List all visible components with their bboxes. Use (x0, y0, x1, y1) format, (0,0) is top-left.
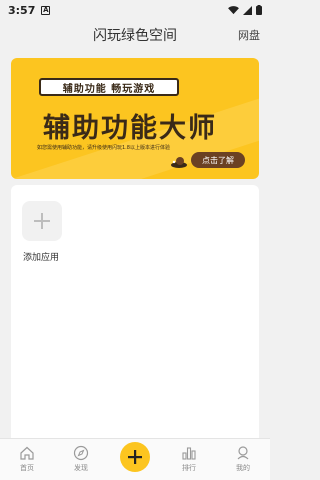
plus-icon (128, 450, 142, 464)
tab-mine[interactable]: 我的 (223, 445, 263, 473)
user-icon (237, 446, 249, 460)
tab-home-label: 首页 (20, 464, 34, 472)
bar-chart-icon (182, 447, 196, 460)
tab-ranking-label: 排行 (182, 464, 196, 472)
apps-card: 添加应用 (11, 185, 259, 445)
tab-discover[interactable]: 发现 (61, 445, 101, 473)
promo-banner[interactable]: 辅助功能 畅玩游戏 辅助功能大师 如您需使用辅助功能，请升级使用闪玩1.8以上版… (11, 58, 259, 179)
status-time: 3:57 (8, 3, 36, 17)
netdisk-link[interactable]: 网盘 (238, 27, 260, 43)
add-app-button[interactable] (22, 201, 62, 241)
status-icons (228, 5, 262, 15)
page-title: 闪玩绿色空间 (93, 28, 177, 44)
tab-mine-label: 我的 (236, 464, 250, 472)
snail-mascot-icon (171, 157, 187, 168)
plus-icon (34, 213, 50, 229)
signal-icon (243, 5, 252, 15)
app-header: 闪玩绿色空间 网盘 (0, 20, 270, 50)
battery-icon (256, 5, 262, 15)
add-app-label: 添加应用 (23, 253, 60, 263)
learn-more-button[interactable]: 点击了解 (191, 152, 245, 168)
center-add-button[interactable] (120, 442, 150, 472)
wifi-icon (228, 5, 239, 14)
banner-subline: 如您需使用辅助功能，请升级使用闪玩1.8以上版本进行体验 (37, 145, 170, 151)
status-bar: 3:57 A (0, 0, 270, 20)
compass-icon (73, 445, 89, 461)
tab-discover-label: 发现 (74, 464, 88, 472)
home-icon (20, 446, 34, 460)
notification-a-icon: A (41, 5, 51, 15)
banner-tag: 辅助功能 畅玩游戏 (39, 78, 179, 96)
tab-home[interactable]: 首页 (7, 445, 47, 473)
tab-ranking[interactable]: 排行 (169, 445, 209, 473)
banner-headline: 辅助功能大师 (43, 113, 217, 144)
